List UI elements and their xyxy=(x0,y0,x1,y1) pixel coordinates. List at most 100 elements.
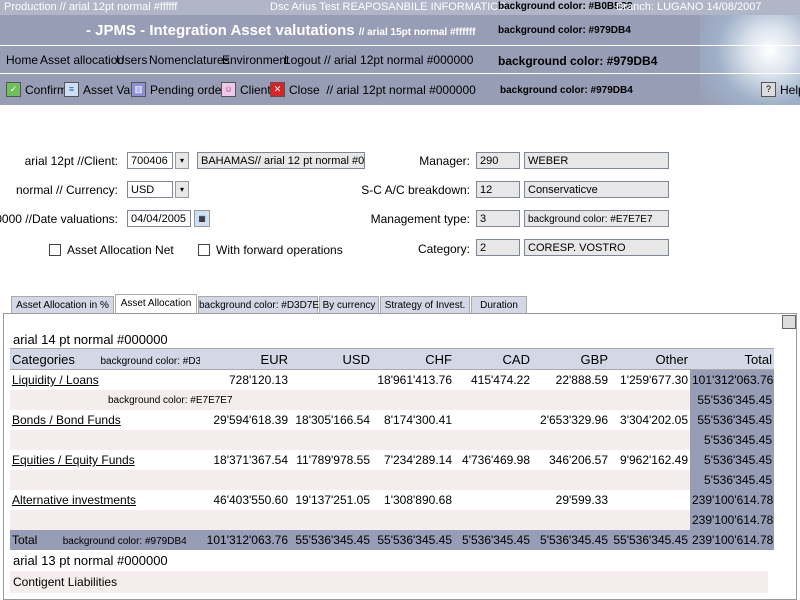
total-cell: 5'536'345.45 xyxy=(690,430,774,450)
total-cell: 239'100'614.78 xyxy=(690,510,774,530)
asset-val-button[interactable]: ≡ Asset Val. xyxy=(64,82,136,97)
menu-environment[interactable]: Environment xyxy=(222,53,289,67)
contingent-liabilities-label: Contigent Liabilities xyxy=(13,575,118,589)
header-categories: Categories background color: #D3D7E6 xyxy=(10,348,201,370)
close-button[interactable]: ✕ Close // arial 12pt normal #000000 xyxy=(270,82,476,97)
category-code-field: 2 xyxy=(476,239,520,256)
pending-orders-label: Pending orders xyxy=(150,82,232,97)
eur-cell: 728'120.13 xyxy=(200,369,290,390)
gbp-cell: 2'653'329.96 xyxy=(532,410,610,430)
menu-nomenclatures[interactable]: Nomenclatures xyxy=(149,53,230,67)
empty-cell xyxy=(372,390,690,410)
management-type-code-field: 3 xyxy=(476,210,520,227)
client-label: arial 12pt //Client: xyxy=(24,154,118,168)
breakdown-name-field: Conservaticve xyxy=(524,181,669,198)
page-title-note: // arial 15pt normal #ffffff xyxy=(358,27,476,38)
chart-icon: ▥ xyxy=(131,82,146,97)
client-button[interactable]: ☺ Client xyxy=(221,82,271,97)
usd-cell: 11'789'978.55 xyxy=(290,450,372,470)
footer-note-row: arial 13 pt normal #000000 xyxy=(10,551,768,571)
other-cell xyxy=(610,490,690,510)
close-icon: ✕ xyxy=(270,82,285,97)
management-type-label: Management type: xyxy=(370,212,470,226)
other-total-cell: 55'536'345.45 xyxy=(610,530,690,550)
gbp-cell: 346'206.57 xyxy=(532,450,610,470)
chf-cell: 18'961'413.76 xyxy=(372,369,454,390)
forward-operations-checkbox[interactable]: With forward operations xyxy=(198,243,343,257)
cad-cell xyxy=(454,410,532,430)
document-icon: ≡ xyxy=(64,82,79,97)
management-type-name-field: background color: #E7E7E7 xyxy=(524,210,669,227)
chf-cell: 8'174'300.41 xyxy=(372,410,454,430)
currency-lookup-button[interactable]: ▾ xyxy=(175,181,189,198)
page-title: - JPMS - Integration Asset valutations /… xyxy=(86,22,476,39)
date-input[interactable]: 04/04/2005 xyxy=(127,210,191,227)
table-row: 5'536'345.45 xyxy=(10,470,774,490)
category-cell: Bonds / Bond Funds xyxy=(10,410,200,430)
eur-total-cell: 101'312'063.76 xyxy=(200,530,290,550)
confirm-button[interactable]: ✓ Confirm xyxy=(6,82,67,97)
menu-logout[interactable]: Logout // arial 12pt normal #000000 xyxy=(284,53,473,67)
total-row: Total background color: #979DB4 101'312'… xyxy=(10,530,774,550)
client-lookup-button[interactable]: ▾ xyxy=(175,152,189,169)
category-cell: Liquidity / Loans xyxy=(10,369,200,390)
usd-total-cell: 55'536'345.45 xyxy=(290,530,372,550)
table-row: Equities / Equity Funds 18'371'367.54 11… xyxy=(10,450,774,470)
help-button[interactable]: ? Help xyxy=(761,82,800,97)
table-row: Liquidity / Loans 728'120.13 18'961'413.… xyxy=(10,369,774,390)
category-link[interactable]: Equities / Equity Funds xyxy=(12,453,135,467)
table-row: Alternative investments 46'403'550.60 19… xyxy=(10,490,774,510)
gbp-cell: 29'599.33 xyxy=(532,490,610,510)
title-row: - JPMS - Integration Asset valutations /… xyxy=(0,15,800,45)
confirm-label: Confirm xyxy=(25,82,68,97)
tab-strategy[interactable]: Strategy of Invest. xyxy=(380,296,470,314)
category-link[interactable]: Liquidity / Loans xyxy=(12,373,99,387)
cad-cell: 415'474.22 xyxy=(454,369,532,390)
eur-cell: 46'403'550.60 xyxy=(200,490,290,510)
currency-input[interactable]: USD xyxy=(127,181,173,198)
category-cell: Equities / Equity Funds xyxy=(10,450,200,470)
footer-note: arial 13 pt normal #000000 xyxy=(13,553,168,568)
header-eur: EUR xyxy=(200,348,290,370)
pending-orders-button[interactable]: ▥ Pending orders xyxy=(131,82,231,97)
panel-toggle-icon[interactable] xyxy=(782,315,796,329)
menu-users[interactable]: Users xyxy=(116,53,147,67)
tab-by-currency[interactable]: By currency xyxy=(319,296,379,314)
menu-asset-allocation[interactable]: Asset allocation xyxy=(40,53,124,67)
header-categories-label: Categories xyxy=(12,351,75,367)
date-label: #000000 //Date valuations: xyxy=(0,212,118,226)
total-cell: 55'536'345.45 xyxy=(690,390,774,410)
close-note: // arial 12pt normal #000000 xyxy=(326,82,476,97)
top-status-bar: Production // arial 12pt normal #ffffff … xyxy=(0,0,800,15)
category-link[interactable]: Alternative investments xyxy=(12,493,136,507)
client-code-input[interactable]: 700406 xyxy=(127,152,173,169)
asset-allocation-net-checkbox[interactable]: Asset Allocation Net xyxy=(49,243,174,257)
cad-total-cell: 5'536'345.45 xyxy=(454,530,532,550)
category-name-field: CORESP. VOSTRO xyxy=(524,239,669,256)
manager-name-field: WEBER xyxy=(524,152,669,169)
tab-bg-note[interactable]: background color: #D3D7E6 xyxy=(198,296,325,314)
calendar-icon[interactable]: ▦ xyxy=(194,210,210,227)
usd-cell: 19'137'251.05 xyxy=(290,490,372,510)
checkbox-label: With forward operations xyxy=(216,243,343,257)
cad-cell xyxy=(454,490,532,510)
tab-duration[interactable]: Duration xyxy=(471,296,527,314)
table-row: Bonds / Bond Funds 29'594'618.39 18'305'… xyxy=(10,410,774,430)
menu-home[interactable]: Home xyxy=(6,53,38,67)
header-other: Other xyxy=(610,348,690,370)
header-chf: CHF xyxy=(372,348,454,370)
tab-asset-allocation-percent[interactable]: Asset Allocation in % xyxy=(11,296,114,314)
header-usd: USD xyxy=(290,348,372,370)
help-label: Help xyxy=(780,82,800,97)
branch-label: Branch: LUGANO 14/08/2007 xyxy=(616,1,762,13)
manager-code-field: 290 xyxy=(476,152,520,169)
category-link[interactable]: Bonds / Bond Funds xyxy=(12,413,121,427)
header-note: background color: #D3D7E6 xyxy=(100,355,201,367)
client-label: Client xyxy=(240,82,271,97)
header-total: Total xyxy=(690,348,774,370)
table-header-row: Categories background color: #D3D7E6 EUR… xyxy=(10,348,774,370)
tab-asset-allocation[interactable]: Asset Allocation xyxy=(115,294,197,314)
page-title-text: - JPMS - Integration Asset valutations xyxy=(86,22,355,39)
other-cell: 3'304'202.05 xyxy=(610,410,690,430)
user-label: Dsc Arius Test REAPOSANBILE INFORMATICO xyxy=(270,1,507,13)
